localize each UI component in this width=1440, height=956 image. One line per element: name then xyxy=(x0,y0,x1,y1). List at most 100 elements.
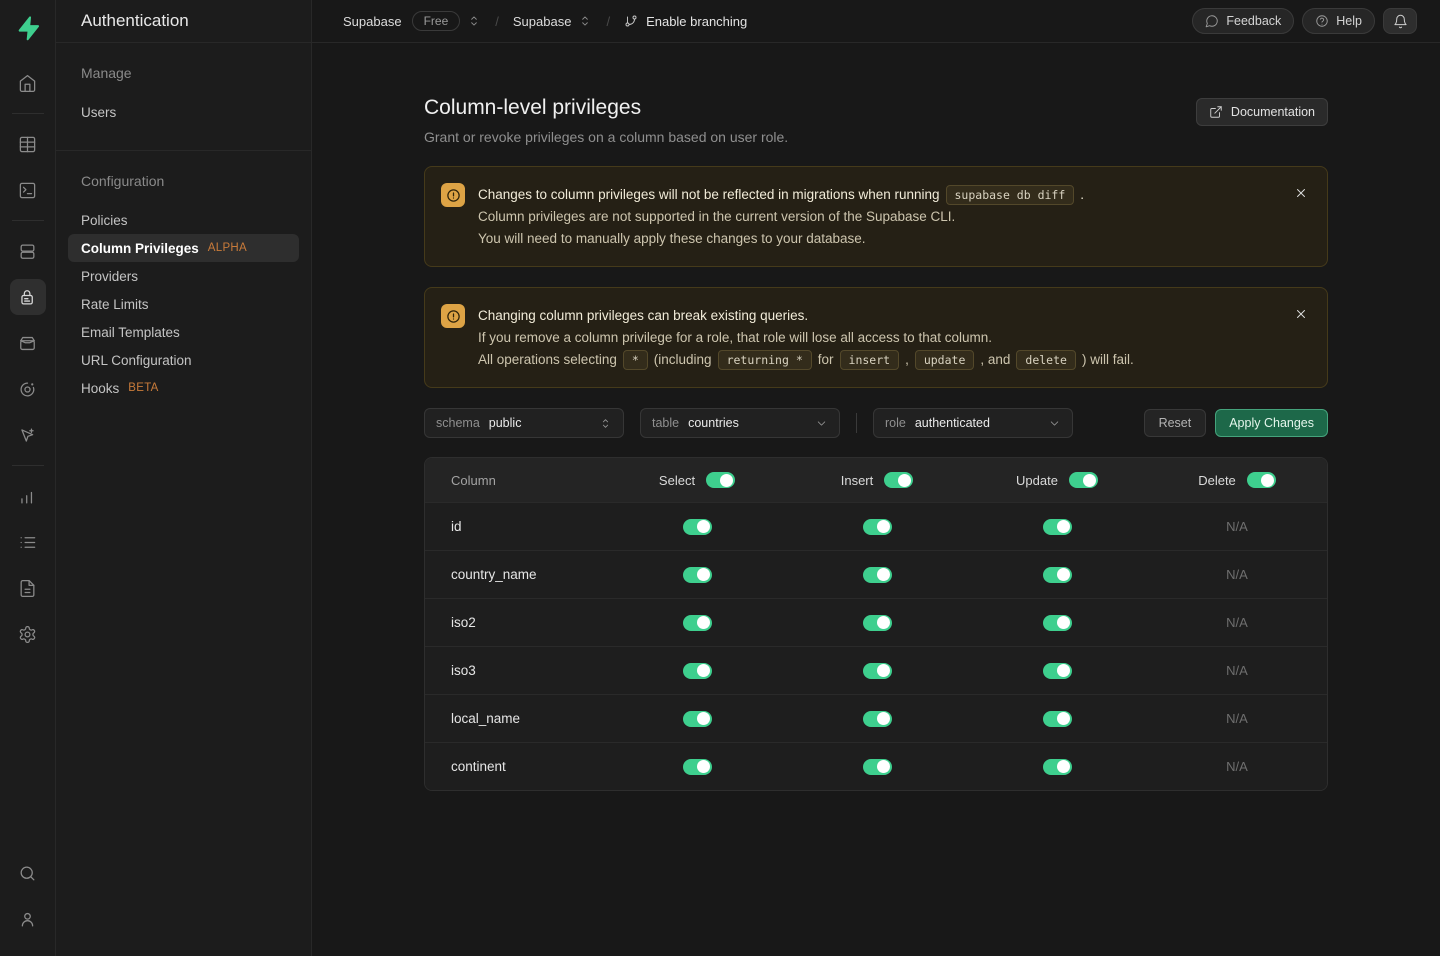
select-toggle[interactable] xyxy=(683,711,712,727)
org-switcher-chevrons-icon[interactable] xyxy=(467,14,481,28)
help-button[interactable]: Help xyxy=(1302,8,1375,34)
insert-all-toggle[interactable] xyxy=(884,472,913,488)
column-name: continent xyxy=(425,759,607,774)
column-header: Column xyxy=(425,473,607,488)
plan-badge[interactable]: Free xyxy=(412,11,461,31)
sidebar-item-url-configuration[interactable]: URL Configuration xyxy=(56,346,311,374)
bell-icon xyxy=(1393,14,1408,29)
chevron-down-icon xyxy=(815,417,828,430)
update-toggle[interactable] xyxy=(1043,567,1072,583)
sidebar-item-email-templates[interactable]: Email Templates xyxy=(56,318,311,346)
column-name: iso2 xyxy=(425,615,607,630)
table-row: id N/A xyxy=(425,502,1327,550)
select-toggle[interactable] xyxy=(683,615,712,631)
update-toggle[interactable] xyxy=(1043,663,1072,679)
sidebar-item-users[interactable]: Users xyxy=(56,98,311,126)
manage-section: Manage Users xyxy=(56,43,311,151)
table-select[interactable]: table countries xyxy=(640,408,840,438)
notifications-button[interactable] xyxy=(1383,8,1417,34)
update-toggle[interactable] xyxy=(1043,759,1072,775)
insert-toggle[interactable] xyxy=(863,759,892,775)
close-icon[interactable] xyxy=(1288,180,1314,206)
feedback-button[interactable]: Feedback xyxy=(1192,8,1294,34)
project-settings-icon[interactable] xyxy=(10,616,46,652)
api-docs-icon[interactable] xyxy=(10,570,46,606)
privileges-table: Column Select Insert Update Delete id N/… xyxy=(424,457,1328,791)
enable-branching-button[interactable]: Enable branching xyxy=(624,14,747,29)
update-toggle[interactable] xyxy=(1043,519,1072,535)
message-circle-icon xyxy=(1205,14,1219,28)
sidebar-item-rate-limits[interactable]: Rate Limits xyxy=(56,290,311,318)
chevrons-up-down-icon xyxy=(599,417,612,430)
storage-icon[interactable] xyxy=(10,325,46,361)
org-name[interactable]: Supabase xyxy=(343,14,402,29)
alert-line: All operations selecting * (including re… xyxy=(478,349,1134,370)
edge-functions-icon[interactable] xyxy=(10,371,46,407)
insert-header: Insert xyxy=(841,473,874,488)
authentication-icon[interactable] xyxy=(10,279,46,315)
sidebar-title: Authentication xyxy=(56,0,311,43)
page-content: Column-level privileges Grant or revoke … xyxy=(312,43,1440,956)
sql-editor-icon[interactable] xyxy=(10,172,46,208)
delete-na-label: N/A xyxy=(1226,519,1248,534)
code-chip: supabase db diff xyxy=(946,185,1075,205)
realtime-icon[interactable] xyxy=(10,417,46,453)
breadcrumb-separator: / xyxy=(606,14,610,29)
select-all-toggle[interactable] xyxy=(706,472,735,488)
page-title: Column-level privileges xyxy=(424,96,788,120)
delete-na-label: N/A xyxy=(1226,663,1248,678)
select-header: Select xyxy=(659,473,695,488)
column-name: local_name xyxy=(425,711,607,726)
code-chip: delete xyxy=(1016,350,1076,370)
project-switcher-chevrons-icon[interactable] xyxy=(578,14,592,28)
page-subtitle: Grant or revoke privileges on a column b… xyxy=(424,129,788,145)
table-row: iso3 N/A xyxy=(425,646,1327,694)
delete-all-toggle[interactable] xyxy=(1247,472,1276,488)
insert-toggle[interactable] xyxy=(863,519,892,535)
git-branch-icon xyxy=(624,14,638,28)
code-chip: insert xyxy=(840,350,900,370)
supabase-logo-icon[interactable] xyxy=(10,10,46,46)
delete-header: Delete xyxy=(1198,473,1236,488)
home-icon[interactable] xyxy=(10,65,46,101)
database-icon[interactable] xyxy=(10,233,46,269)
search-icon[interactable] xyxy=(10,855,46,891)
sidebar-item-policies[interactable]: Policies xyxy=(56,206,311,234)
profile-icon[interactable] xyxy=(10,901,46,937)
sidebar-item-column-privileges[interactable]: Column Privileges ALPHA xyxy=(68,234,299,262)
select-toggle[interactable] xyxy=(683,759,712,775)
sidebar-item-providers[interactable]: Providers xyxy=(56,262,311,290)
auth-sidebar: Authentication Manage Users Configuratio… xyxy=(56,0,312,956)
main-area: Supabase Free / Supabase / Enable branch… xyxy=(312,0,1440,956)
configuration-section: Configuration Policies Column Privileges… xyxy=(56,151,311,426)
insert-toggle[interactable] xyxy=(863,663,892,679)
update-toggle[interactable] xyxy=(1043,711,1072,727)
apply-changes-button[interactable]: Apply Changes xyxy=(1215,409,1328,437)
table-editor-icon[interactable] xyxy=(10,126,46,162)
table-row: local_name N/A xyxy=(425,694,1327,742)
select-toggle[interactable] xyxy=(683,567,712,583)
close-icon[interactable] xyxy=(1288,301,1314,327)
insert-toggle[interactable] xyxy=(863,711,892,727)
role-select[interactable]: role authenticated xyxy=(873,408,1073,438)
warning-icon xyxy=(441,183,465,207)
table-row: continent N/A xyxy=(425,742,1327,790)
alert-line: Column privileges are not supported in t… xyxy=(478,206,1084,227)
select-toggle[interactable] xyxy=(683,663,712,679)
select-toggle[interactable] xyxy=(683,519,712,535)
chevron-down-icon xyxy=(1048,417,1061,430)
schema-select[interactable]: schema public xyxy=(424,408,624,438)
update-all-toggle[interactable] xyxy=(1069,472,1098,488)
documentation-button[interactable]: Documentation xyxy=(1196,98,1328,126)
insert-toggle[interactable] xyxy=(863,615,892,631)
insert-toggle[interactable] xyxy=(863,567,892,583)
sidebar-item-hooks[interactable]: Hooks BETA xyxy=(56,374,311,402)
project-name[interactable]: Supabase xyxy=(513,14,572,29)
update-toggle[interactable] xyxy=(1043,615,1072,631)
reports-icon[interactable] xyxy=(10,478,46,514)
reset-button[interactable]: Reset xyxy=(1144,409,1207,437)
topbar: Supabase Free / Supabase / Enable branch… xyxy=(312,0,1440,43)
logs-icon[interactable] xyxy=(10,524,46,560)
alert-title: Changes to column privileges will not be… xyxy=(478,184,1084,205)
topbar-actions: Feedback Help xyxy=(1192,8,1417,34)
